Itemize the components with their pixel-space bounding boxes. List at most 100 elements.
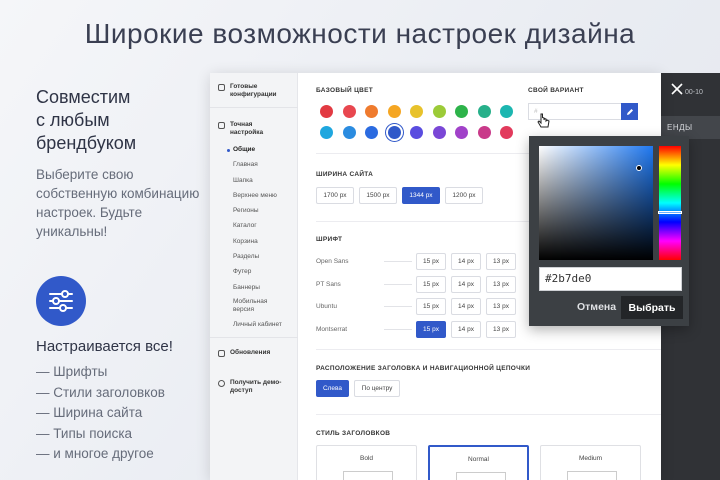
sidebar-sub-cart[interactable]: Корзина (233, 238, 258, 245)
font-size-button[interactable]: 14 px (451, 275, 481, 293)
divider (384, 328, 412, 330)
sidebar-sub-regions[interactable]: Регионы (233, 207, 259, 214)
color-swatch[interactable] (365, 126, 378, 139)
font-size-button[interactable]: 14 px (451, 320, 481, 338)
sidebar-sub-sections[interactable]: Разделы (233, 253, 259, 260)
sidebar-sub-account[interactable]: Личный кабинет (233, 321, 282, 328)
color-swatch[interactable] (500, 126, 513, 139)
color-swatch[interactable] (365, 105, 378, 118)
section-title-heading-style: СТИЛЬ ЗАГОЛОВКОВ (316, 430, 391, 437)
update-icon (218, 350, 225, 357)
color-swatch[interactable] (387, 105, 401, 118)
divider (384, 261, 412, 262)
font-size-button[interactable]: 13 px (486, 320, 516, 338)
heading-style-bold[interactable]: Bold (316, 445, 417, 480)
saturation-field[interactable] (539, 146, 653, 260)
cancel-button[interactable]: Отмена (577, 301, 616, 313)
hex-input[interactable]: #2b7de0 (539, 267, 682, 291)
divider (384, 283, 412, 285)
section-title-font: ШРИФТ (316, 236, 343, 243)
sidebar-item-demo[interactable]: Получить демо-доступ (218, 379, 288, 395)
color-swatch[interactable] (410, 105, 423, 118)
color-swatch[interactable] (320, 126, 333, 139)
sidebar-item-ready[interactable]: Готовые конфигурации (218, 83, 290, 99)
width-option-1700[interactable]: 1700 px (316, 187, 354, 204)
divider (384, 306, 412, 307)
sidebar-sub-main[interactable]: Главная (233, 161, 258, 168)
choose-button[interactable]: Выбрать (621, 296, 683, 319)
color-swatch[interactable] (477, 126, 491, 139)
section-title-width: ШИРИНА САЙТА (316, 171, 374, 178)
section-title-base-color: БАЗОВЫЙ ЦВЕТ (316, 87, 374, 94)
color-swatch[interactable] (432, 126, 446, 139)
settings-sidebar: Готовые конфигурации Точная настройка Об… (210, 73, 298, 480)
font-size-button[interactable]: 13 px (486, 275, 516, 293)
sidebar-sub-topmenu[interactable]: Верхнее меню (233, 192, 277, 199)
color-swatch[interactable] (455, 126, 468, 139)
color-swatch[interactable] (410, 126, 423, 139)
intro-title: Совместим с любым брендбуком (36, 87, 137, 153)
demo-icon (218, 380, 225, 387)
heading-style-normal[interactable]: Normal (428, 445, 529, 480)
features-list: — Шрифты — Стили заголовков — Ширина сай… (36, 362, 206, 465)
color-swatch[interactable] (342, 105, 356, 118)
sliders-icon (218, 122, 225, 129)
placement-left-button[interactable]: Слева (316, 380, 349, 397)
sidebar-sub-banners[interactable]: Баннеры (233, 284, 260, 291)
sidebar-item-updates[interactable]: Обновления (218, 349, 270, 357)
sidebar-sub-mobile[interactable]: Мобильная версия (233, 298, 278, 314)
placement-center-button[interactable]: По центру (354, 380, 400, 397)
sidebar-sub-footer[interactable]: Футер (233, 268, 251, 275)
sidebar-sub-catalog[interactable]: Каталог (233, 222, 257, 229)
feature-item: — Типы поиска (36, 425, 133, 441)
color-swatch[interactable] (500, 105, 513, 118)
palette-icon (218, 84, 225, 91)
feature-item: — Стили заголовков (36, 384, 165, 400)
features-block: Настраивается все! — Шрифты — Стили заго… (36, 338, 206, 465)
width-option-1500[interactable]: 1500 px (359, 187, 397, 204)
sidebar-sub-header[interactable]: Шапка (233, 177, 253, 184)
pencil-icon[interactable] (621, 103, 638, 120)
divider (210, 107, 298, 108)
font-size-button[interactable]: 13 px (486, 298, 516, 315)
color-swatch[interactable] (387, 126, 401, 139)
font-size-button[interactable]: 15 px (416, 320, 446, 338)
color-swatch[interactable] (342, 126, 356, 139)
settings-sliders-icon (36, 276, 86, 326)
sidebar-sub-general[interactable]: Общие (226, 146, 255, 153)
color-picker: #2b7de0 Отмена Выбрать (529, 136, 689, 326)
font-size-button[interactable]: 13 px (486, 253, 516, 270)
headline: Широкие возможности настроек дизайна (84, 18, 636, 49)
font-size-button[interactable]: 15 px (416, 253, 446, 270)
saturation-handle[interactable] (636, 165, 642, 171)
intro-text: Выберите свою собственную комбинацию нас… (36, 167, 200, 239)
backdrop-phone: 00-10 (685, 89, 703, 96)
color-swatch[interactable] (320, 105, 333, 118)
font-size-button[interactable]: 15 px (416, 298, 446, 315)
font-size-button[interactable]: 14 px (451, 253, 481, 270)
font-name-label: Open Sans (316, 258, 349, 265)
font-size-button[interactable]: 14 px (451, 298, 481, 315)
sidebar-item-fine[interactable]: Точная настройка (218, 121, 280, 137)
close-icon[interactable] (669, 81, 685, 97)
divider (316, 414, 661, 415)
pointer-cursor-icon (537, 113, 551, 131)
feature-item: — и многое другое (36, 446, 154, 461)
width-option-1344[interactable]: 1344 px (402, 187, 440, 204)
backdrop-nav-text: ЕНДЫ (667, 123, 693, 132)
color-swatch[interactable] (477, 105, 491, 118)
feature-item: — Ширина сайта (36, 405, 143, 420)
feature-item: — Шрифты (36, 364, 108, 379)
color-swatch[interactable] (455, 105, 468, 118)
heading-style-medium[interactable]: Medium (540, 445, 641, 480)
color-swatch[interactable] (432, 105, 446, 118)
divider (316, 349, 661, 350)
features-title: Настраивается все! (36, 338, 173, 355)
font-name-label: PT Sans (316, 280, 341, 288)
hue-slider[interactable] (658, 146, 682, 260)
font-name-label: Ubuntu (316, 303, 337, 310)
divider (210, 337, 298, 338)
font-size-button[interactable]: 15 px (416, 275, 446, 293)
width-option-1200[interactable]: 1200 px (445, 187, 483, 204)
hue-handle[interactable] (658, 211, 682, 214)
